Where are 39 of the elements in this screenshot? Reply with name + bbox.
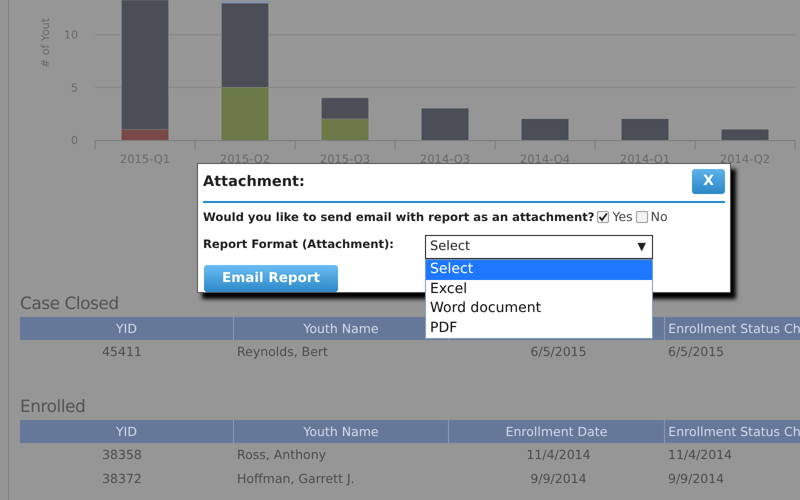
- table-header: Enrollment Status Ch: [665, 317, 800, 340]
- table-header: Enrollment Status Ch: [665, 420, 800, 443]
- bar-segment: [422, 108, 468, 140]
- checkbox[interactable]: [636, 211, 648, 224]
- table-cell-text: 38358: [101, 446, 143, 464]
- table-cell-text: Ross, Anthony: [236, 446, 328, 464]
- format-select[interactable]: Select ▼: [425, 235, 653, 259]
- table-cell-text: Reynolds, Bert: [236, 343, 329, 361]
- dialog-title: Attachment:: [203, 173, 305, 192]
- bar-segment: [722, 129, 768, 140]
- dropdown-option[interactable]: PDF: [426, 318, 652, 338]
- table-header: YID: [20, 317, 234, 340]
- bar-segment: [321, 98, 369, 120]
- dropdown-option[interactable]: Word document: [426, 299, 652, 318]
- table-cell-text: 9/9/2014: [529, 470, 588, 488]
- table-cell-text: 6/5/2015: [529, 343, 588, 361]
- table-header: Youth Name: [234, 420, 449, 443]
- checkbox[interactable]: [597, 211, 610, 224]
- option-label: Yes: [612, 208, 633, 226]
- format-label: Report Format (Attachment):: [203, 236, 394, 253]
- bar-segment: [522, 118, 568, 140]
- table-header: YID: [20, 420, 234, 443]
- dropdown-option[interactable]: Select: [426, 260, 652, 280]
- table-cell-text: 9/9/2014: [667, 470, 726, 488]
- table-cell-text: 11/4/2014: [667, 446, 734, 464]
- question-text: Would you like to send email with report as an attachment?: [203, 208, 594, 226]
- bar-segment: [322, 118, 368, 140]
- option-label: No: [650, 208, 668, 226]
- section-title: Enrolled: [20, 397, 86, 417]
- table-cell-text: 6/5/2015: [667, 343, 726, 361]
- table-header: Enrollment Date: [449, 420, 665, 443]
- dropdown-option[interactable]: Excel: [426, 280, 652, 299]
- table-cell-text: 45411: [101, 343, 143, 361]
- section-title: Case Closed: [20, 294, 119, 314]
- table-cell-text: Hoffman, Garrett J.: [236, 470, 356, 488]
- bar-segment: [622, 118, 668, 140]
- table-cell-text: 11/4/2014: [525, 446, 592, 464]
- table-cell-text: 38372: [101, 470, 143, 488]
- caret-icon: ▼: [638, 238, 646, 256]
